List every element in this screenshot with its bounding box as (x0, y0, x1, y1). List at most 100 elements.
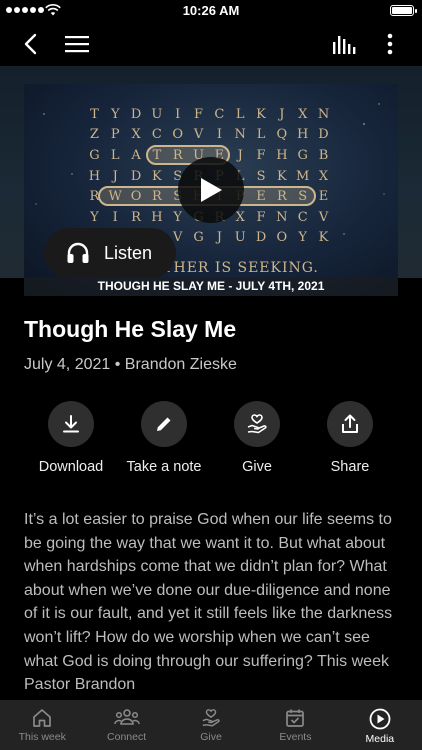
chevron-left-icon (24, 33, 37, 55)
grid-letter: Y (90, 209, 99, 225)
grid-letter: C (297, 209, 308, 225)
grid-letter: K (318, 230, 329, 246)
back-button[interactable] (14, 28, 46, 60)
tab-events[interactable]: Events (253, 700, 337, 750)
grid-letter: W (108, 189, 122, 205)
grid-letter: E (318, 189, 329, 205)
grid-letter: J (112, 168, 118, 184)
take-note-button-circle[interactable] (141, 401, 187, 447)
grid-letter: H (297, 127, 309, 143)
grid-row: TYDUIFCLKJXN (84, 104, 334, 125)
grid-letter: O (130, 189, 142, 205)
share-button-circle[interactable] (327, 401, 373, 447)
more-options-button[interactable] (374, 28, 406, 60)
tab-media[interactable]: Media (338, 700, 422, 750)
take-note-label: Take a note (126, 459, 202, 475)
grid-letter: H (88, 168, 101, 184)
menu-button[interactable] (60, 28, 94, 60)
grid-letter: H (276, 147, 288, 163)
status-time: 10:26 AM (182, 3, 240, 18)
calendar-icon (286, 709, 305, 727)
grid-letter: J (279, 106, 285, 122)
grid-letter: U (151, 106, 163, 122)
grid-letter: R (152, 189, 162, 205)
tab-label: Give (200, 731, 222, 743)
hamburger-menu-icon (65, 36, 89, 53)
grid-letter: E (256, 189, 266, 205)
play-circle-icon (369, 708, 391, 730)
grid-letter: N (234, 127, 246, 143)
more-vertical-icon (387, 33, 393, 55)
grid-row: ZPXCOVINLQHD (84, 125, 334, 146)
tab-label: Media (365, 733, 395, 745)
top-navigation-bar (0, 22, 422, 66)
download-button[interactable]: Download (21, 401, 121, 475)
grid-letter: X (318, 168, 329, 184)
grid-letter: N (276, 209, 288, 225)
download-button-circle[interactable] (48, 401, 94, 447)
grid-letter: I (112, 209, 118, 225)
tab-label: Connect (107, 731, 147, 743)
hand-heart-icon (247, 414, 267, 434)
grid-letter: N (317, 106, 330, 122)
grid-letter: Q (276, 127, 288, 143)
grid-letter: F (194, 106, 204, 122)
grid-letter: G (89, 147, 100, 163)
listen-button[interactable]: Listen (44, 228, 176, 278)
grid-letter: P (110, 127, 120, 143)
take-note-button[interactable]: Take a note (114, 401, 214, 475)
download-icon (63, 415, 79, 433)
grid-letter: Y (298, 230, 307, 246)
give-button[interactable]: Give (207, 401, 307, 475)
grid-letter: Y (110, 106, 120, 122)
download-label: Download (38, 459, 104, 475)
grid-letter: C (151, 127, 162, 143)
grid-letter: G (193, 230, 204, 246)
headphones-icon (67, 242, 89, 263)
tab-give[interactable]: Give (169, 700, 253, 750)
grid-letter: L (110, 147, 120, 163)
give-button-circle[interactable] (234, 401, 280, 447)
grid-letter: U (234, 230, 246, 246)
play-icon (201, 178, 222, 202)
grid-letter: G (297, 147, 308, 163)
pencil-icon (157, 417, 171, 431)
grid-letter: K (277, 168, 287, 184)
grid-letter: T (152, 147, 162, 163)
grid-letter: R (172, 147, 183, 163)
home-icon (33, 709, 52, 727)
grid-letter: M (296, 168, 310, 184)
share-button[interactable]: Share (300, 401, 400, 475)
grid-letter: D (130, 168, 142, 184)
grid-letter: I (175, 106, 181, 122)
grid-letter: O (172, 127, 184, 143)
grid-letter: A (131, 147, 141, 163)
play-button[interactable] (178, 157, 244, 223)
grid-letter: L (235, 106, 245, 122)
grid-letter: I (216, 127, 222, 143)
sermon-date: July 4, 2021 (24, 356, 111, 373)
tab-connect[interactable]: Connect (84, 700, 168, 750)
grid-letter: B (318, 147, 329, 163)
grid-letter: S (256, 168, 266, 184)
grid-letter: J (216, 230, 222, 246)
listen-label: Listen (104, 242, 153, 263)
hand-heart-icon (202, 709, 220, 727)
status-bar: 10:26 AM (0, 0, 422, 22)
sermon-meta: July 4, 2021 • Brandon Zieske (24, 356, 237, 374)
audio-levels-button[interactable] (328, 28, 360, 60)
tab-this-week[interactable]: This week (0, 700, 84, 750)
tab-label: Events (279, 731, 312, 743)
people-icon (113, 709, 140, 725)
grid-letter: L (256, 127, 266, 143)
equalizer-icon (333, 36, 356, 54)
grid-letter: F (256, 209, 266, 225)
bottom-tab-bar: This week Connect Give Events Media (0, 700, 422, 750)
grid-letter: Z (89, 127, 99, 143)
grid-letter: D (130, 106, 142, 122)
grid-letter: X (298, 106, 308, 122)
sermon-speaker: Brandon Zieske (124, 356, 237, 373)
grid-letter: T (90, 106, 99, 122)
meta-separator: • (114, 356, 121, 373)
grid-letter: K (152, 168, 162, 184)
